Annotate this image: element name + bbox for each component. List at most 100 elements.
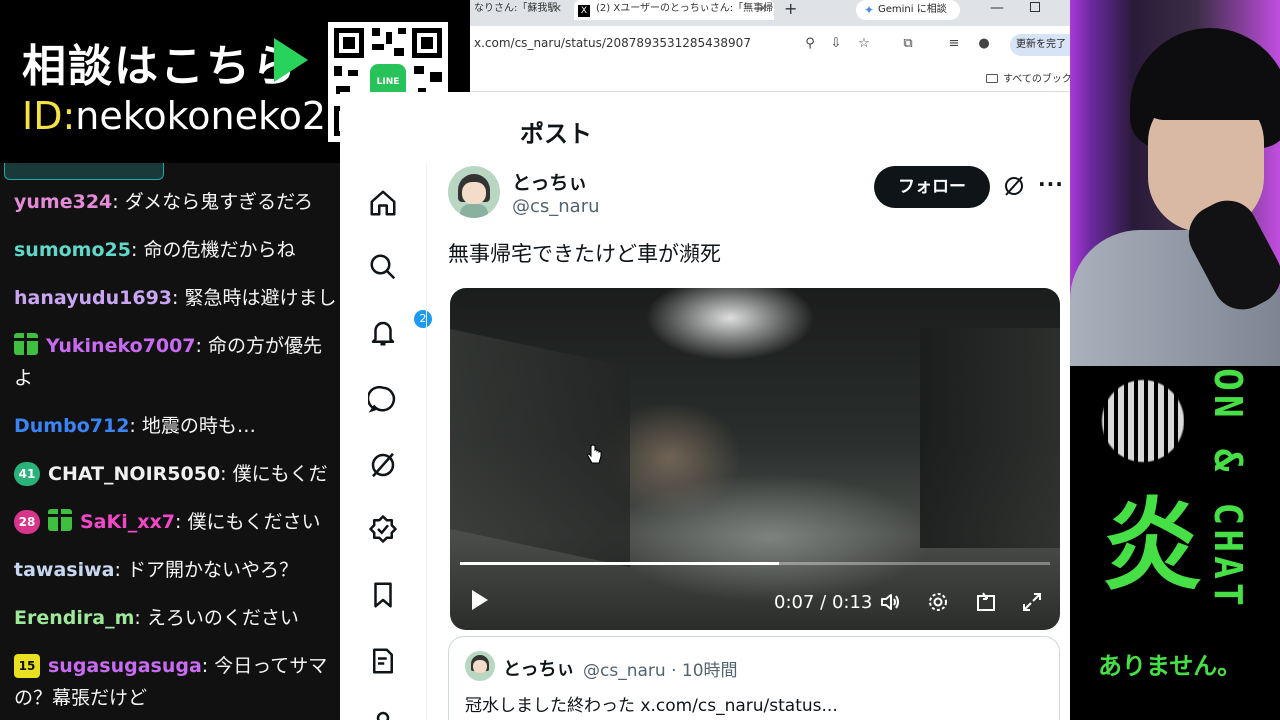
chat-text: 緊急時は避けまし <box>184 287 337 309</box>
webcam-feed <box>1070 0 1280 366</box>
chat-username[interactable]: Dumbo712 <box>14 415 129 437</box>
page-title: ポスト <box>520 120 592 148</box>
folder-icon <box>986 74 998 83</box>
chat-message: Dumbo712: 地震の時も… <box>14 415 256 437</box>
author-handle[interactable]: @cs_naru <box>512 196 600 217</box>
level-badge: 15 <box>14 654 40 678</box>
chat-username[interactable]: sumomo25 <box>14 239 131 261</box>
chat-text-continuation: の？幕張だけど <box>14 687 148 709</box>
address-bar[interactable]: x.com/cs_naru/status/2087893531285438907… <box>470 26 1070 64</box>
volume-icon[interactable] <box>878 590 902 614</box>
post-text: 無事帰宅できたけど車が瀕死 <box>448 242 721 266</box>
maximize-icon[interactable] <box>1030 2 1040 12</box>
chat-username[interactable]: hanayudu1693 <box>14 287 172 309</box>
chat-username[interactable]: yume324 <box>14 191 112 213</box>
chat-username[interactable]: Yukineko7007 <box>46 335 196 357</box>
update-button[interactable]: 更新を完了 <box>1010 34 1070 56</box>
chat-text: ドア開かないやろ？ <box>126 559 298 581</box>
overlay-vertical-text: ON & CHAT <box>1206 368 1250 610</box>
overlay-kanji: 炎 <box>1102 487 1202 604</box>
bookmarks-icon[interactable] <box>368 580 398 610</box>
chat-text: 命の方が優先 <box>207 335 322 357</box>
chat-text-continuation: よ <box>14 367 34 389</box>
gift-icon <box>48 509 72 531</box>
browser-tab-active[interactable]: X (2) Xユーザーのとっちぃさん:「無事帰 ✕ <box>574 0 774 20</box>
close-icon[interactable]: ✕ <box>759 0 768 18</box>
author-avatar[interactable] <box>448 166 500 218</box>
minimize-icon[interactable]: — <box>990 0 1004 16</box>
bookmark-star-icon[interactable]: ☆ <box>856 36 872 52</box>
settings-gear-icon[interactable] <box>926 590 950 614</box>
play-arrow-icon <box>274 38 308 82</box>
chat-username[interactable]: tawasiwa <box>14 559 114 581</box>
pixel-skull-icon <box>1098 366 1188 476</box>
media-control-icon[interactable]: ≡ <box>946 36 962 52</box>
x-logo-icon: X <box>578 5 590 17</box>
tab-title: (2) Xユーザーのとっちぃさん:「無事帰 <box>596 3 774 14</box>
close-icon[interactable]: ✕ <box>553 0 562 18</box>
chat-message: Yukineko7007: 命の方が優先 <box>14 332 322 360</box>
quote-text: 冠水しました終わった x.com/cs_naru/status... <box>465 696 838 716</box>
banner-title: 相談はこちら <box>22 41 298 92</box>
chat-message: tawasiwa: ドア開かないやろ？ <box>14 559 298 581</box>
play-icon[interactable] <box>472 590 488 610</box>
grok-icon[interactable] <box>1002 174 1026 198</box>
quote-author-name: とっちぃ <box>503 659 575 680</box>
all-bookmarks-button[interactable]: すべてのブックマ <box>986 70 1070 85</box>
new-tab-button[interactable]: + <box>784 0 797 18</box>
quote-time: 10時間 <box>681 661 738 681</box>
profile-nav-icon[interactable] <box>368 708 398 720</box>
level-badge: 41 <box>14 462 40 486</box>
author-name[interactable]: とっちぃ <box>512 168 587 195</box>
chat-text: 僕にもください <box>187 511 321 533</box>
chat-username[interactable]: Erendira_m <box>14 607 134 629</box>
chat-username[interactable]: sugasugasuga <box>48 655 202 677</box>
extensions-icon[interactable]: ⧉ <box>900 36 916 52</box>
notifications-icon[interactable]: 2 <box>368 310 432 348</box>
video-progress-bar[interactable] <box>460 562 1050 565</box>
home-icon[interactable] <box>368 188 398 218</box>
articles-icon[interactable] <box>368 646 398 676</box>
chat-text: えろいのください <box>146 607 299 629</box>
overlay-note: ありません。 <box>1098 652 1242 680</box>
picture-in-picture-icon[interactable] <box>974 590 998 614</box>
level-badge: 28 <box>14 510 40 534</box>
chat-text: 今日ってサマ <box>214 655 328 677</box>
chat-text: 命の危機だからね <box>143 239 296 261</box>
column-divider <box>426 162 427 720</box>
chat-message: Erendira_m: えろいのください <box>14 607 299 629</box>
quote-avatar <box>465 651 495 681</box>
bookmarks-bar: すべてのブックマ <box>470 64 1070 92</box>
zoom-icon[interactable]: ⚲ <box>802 36 818 52</box>
id-label: ID: <box>22 94 76 138</box>
verified-icon[interactable] <box>368 514 398 544</box>
video-frame-left <box>450 328 630 568</box>
more-options-icon[interactable]: ··· <box>1038 172 1064 196</box>
gemini-star-icon: ✦ <box>864 3 875 17</box>
quoted-post[interactable]: とっちぃ @cs_naru · 10時間 冠水しました終わった x.com/cs… <box>448 636 1060 720</box>
messages-icon[interactable] <box>366 384 398 414</box>
chat-message: hanayudu1693: 緊急時は避けまし <box>14 287 337 309</box>
fullscreen-icon[interactable] <box>1020 590 1044 614</box>
browser-tab[interactable]: なりさん:「蘇我駅 ✕ <box>470 0 568 20</box>
follow-button[interactable]: フォロー <box>874 166 990 208</box>
grok-icon[interactable] <box>368 450 398 480</box>
video-frame-right <box>920 328 1060 548</box>
pixel-art-overlay: ON & CHAT 炎 ありません。 <box>1096 366 1280 720</box>
all-bookmarks-label: すべてのブックマ <box>1003 74 1070 85</box>
video-progress-fill <box>460 562 779 565</box>
chat-text: 地震の時も… <box>141 415 256 437</box>
install-app-icon[interactable]: ⇩ <box>828 36 844 52</box>
chat-username[interactable]: SaKi_xx7 <box>80 511 175 533</box>
profile-icon[interactable]: ● <box>976 36 992 52</box>
live-chat-panel: yume324: ダメなら鬼すぎるだろ sumomo25: 命の危機だからね h… <box>0 150 340 720</box>
url-text[interactable]: x.com/cs_naru/status/2087893531285438907 <box>474 36 751 50</box>
hand-cursor-icon <box>586 444 602 466</box>
search-icon[interactable] <box>368 252 398 282</box>
gemini-button[interactable]: ✦ Gemini に相談 <box>856 0 960 20</box>
chat-username[interactable]: CHAT_NOIR5050 <box>48 463 220 485</box>
video-player[interactable]: 0:07 / 0:13 <box>450 288 1060 630</box>
gift-icon <box>14 333 38 355</box>
notification-badge: 2 <box>414 310 432 328</box>
video-time: 0:07 / 0:13 <box>774 592 872 613</box>
